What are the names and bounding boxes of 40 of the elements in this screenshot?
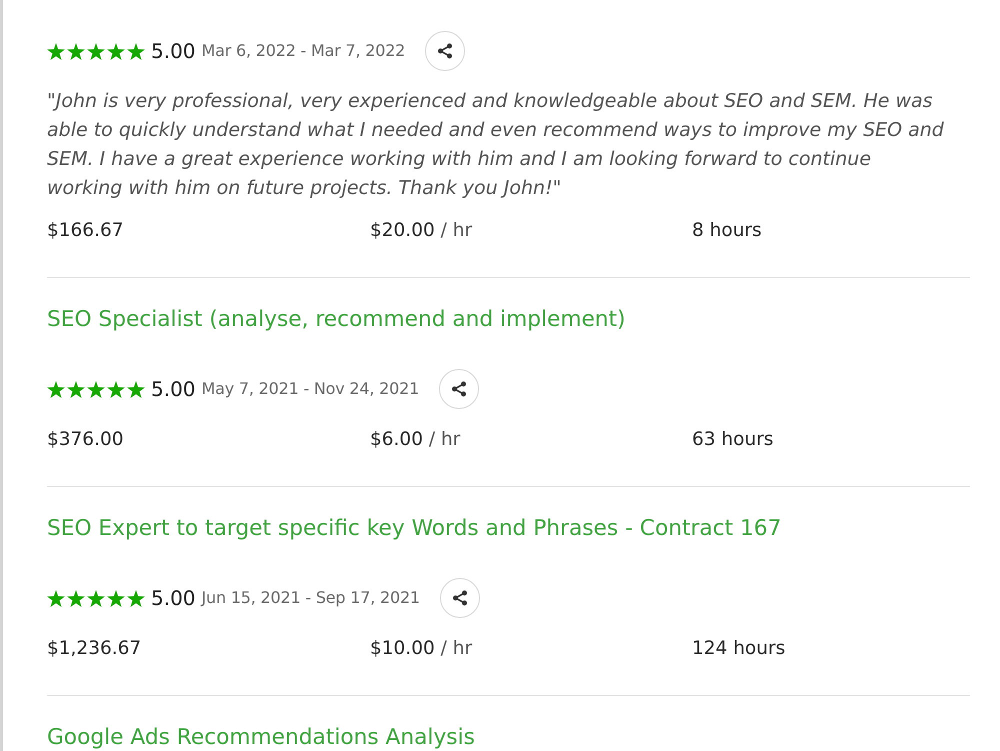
- hourly-rate: $10.00 / hr: [370, 638, 472, 659]
- share-button[interactable]: [425, 31, 466, 71]
- share-button[interactable]: [440, 578, 480, 618]
- star-icon: [87, 380, 105, 398]
- star-icon: [87, 590, 105, 606]
- star-icon: [87, 42, 105, 60]
- share-button[interactable]: [439, 369, 480, 409]
- hourly-rate: $6.00 / hr: [370, 429, 460, 450]
- earned-amount: $166.67: [47, 220, 124, 241]
- share-icon: [437, 43, 454, 59]
- star-icon: [107, 42, 125, 60]
- star-icon: [107, 380, 125, 398]
- star-icon: [127, 380, 145, 398]
- contract-dates: Mar 6, 2022 - Mar 7, 2022: [202, 41, 406, 61]
- star-icon: [127, 42, 145, 60]
- hours-worked: 63 hours: [692, 429, 774, 450]
- job-title-link[interactable]: Google Ads Recommendations Analysis: [47, 725, 475, 751]
- share-icon: [452, 590, 468, 606]
- share-icon: [451, 381, 468, 397]
- rating-score: 5.00: [151, 39, 196, 63]
- job-title-link[interactable]: SEO Specialist (analyse, recommend and implement): [47, 307, 626, 333]
- star-icon: [107, 590, 125, 606]
- hours-worked: 124 hours: [692, 638, 786, 659]
- star-icon: [67, 590, 85, 606]
- contract-dates: May 7, 2021 - Nov 24, 2021: [202, 379, 420, 399]
- contract-dates: Jun 15, 2021 - Sep 17, 2021: [202, 588, 420, 608]
- star-icon: [67, 42, 85, 60]
- star-icon: [127, 590, 145, 606]
- rating-score: 5.00: [151, 377, 196, 401]
- earned-amount: $1,236.67: [47, 638, 142, 659]
- review-text: "John is very professional, very experienced and knowledgeable about SEO and SEM. He was able to quickly understand what I needed and even recommend ways to improve my SEO and SEM. I have a great experience working with him and I am looking forward to continue working with him on future projects. Thank you John!": [47, 89, 945, 201]
- rating-score: 5.00: [151, 586, 196, 610]
- earned-amount: $376.00: [47, 429, 124, 450]
- star-icon: [47, 590, 65, 606]
- star-icon: [67, 380, 85, 398]
- star-icon: [47, 380, 65, 398]
- hours-worked: 8 hours: [692, 220, 762, 241]
- hourly-rate: $20.00 / hr: [370, 220, 472, 241]
- star-icon: [47, 42, 65, 60]
- job-title-link[interactable]: SEO Expert to target specific key Words and Phrases - Contract 167: [47, 516, 782, 542]
